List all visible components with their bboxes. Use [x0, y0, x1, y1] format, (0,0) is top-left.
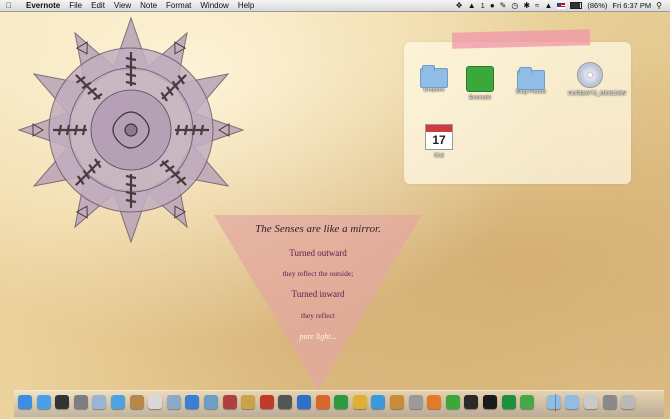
desktop-icon-label: Evernote	[468, 95, 491, 101]
lamp-icon[interactable]	[352, 395, 367, 409]
powerpoint-icon[interactable]	[315, 395, 330, 409]
poem-line: Turned inward	[291, 289, 345, 299]
downloads-folder-icon[interactable]	[546, 395, 561, 409]
trash-icon[interactable]	[621, 395, 636, 409]
adobe-updater-icon[interactable]: ▲	[468, 1, 476, 10]
menu-view[interactable]: View	[114, 1, 131, 10]
status-area: ❖ ▲ 1 ● ✎ ◷ ✱ ≈ ▲ (86%) Fri 6:37 PM ⚲	[451, 1, 670, 10]
chat-status-icon[interactable]: ✎	[500, 1, 507, 10]
menu-file[interactable]: File	[69, 1, 82, 10]
camera-icon[interactable]	[464, 395, 479, 409]
poem-line: they reflect	[301, 311, 335, 320]
input-source-flag-icon[interactable]	[557, 2, 566, 9]
ical-icon[interactable]	[148, 395, 163, 409]
menu-clock[interactable]: Fri 6:37 PM	[612, 1, 651, 10]
poem-title: The Senses are like a mirror.	[255, 223, 381, 235]
apple-icon[interactable]: 	[6, 1, 16, 10]
stack-icon[interactable]	[584, 395, 598, 409]
star-icon[interactable]	[241, 395, 256, 409]
mouse-icon[interactable]	[408, 395, 423, 409]
menu-format[interactable]: Format	[166, 1, 191, 10]
documents-folder-icon[interactable]	[565, 395, 580, 409]
folder-icon	[420, 65, 448, 88]
desktop-icon-ical[interactable]: 17 iCal	[417, 124, 461, 160]
mandala-artwork	[17, 16, 245, 244]
desktop-icon-disc[interactable]: HURDAYTJ_MOSCOW	[568, 62, 626, 98]
adobe-count: 1	[480, 1, 485, 10]
volume-icon[interactable]: ▲	[544, 1, 552, 10]
menu-window[interactable]: Window	[200, 1, 228, 10]
photo-booth-icon[interactable]	[222, 395, 237, 409]
menu-edit[interactable]: Edit	[91, 1, 105, 10]
firefox-icon[interactable]	[427, 395, 442, 409]
folder-icon	[517, 67, 545, 90]
desktop-icon-label: iCal	[434, 153, 444, 159]
poem-line: pure light...	[299, 332, 337, 341]
evernote-status-icon[interactable]: ●	[490, 1, 495, 10]
desktop-icon-evernote[interactable]: Evernote	[458, 66, 502, 102]
batman-icon[interactable]	[483, 395, 497, 409]
messenger-icon[interactable]	[371, 395, 386, 409]
poem-triangle	[214, 215, 422, 390]
desktop-icon-label: Dropbox	[423, 87, 445, 93]
mail-icon[interactable]	[92, 395, 107, 409]
finder-icon[interactable]	[18, 395, 32, 409]
desktop-icon-blog-photos[interactable]: Blog Photos	[509, 66, 553, 96]
apps-icon[interactable]	[278, 395, 293, 409]
calendar-icon: 17	[425, 124, 453, 150]
address-book-icon[interactable]	[129, 395, 144, 409]
evernote-icon	[466, 66, 494, 92]
poem-line: Turned outward	[289, 248, 347, 258]
battery-percent[interactable]: (86%)	[587, 1, 607, 10]
iphoto-icon[interactable]	[204, 395, 218, 409]
desktop-icon-label: Blog Photos	[516, 89, 546, 95]
menu-app-name[interactable]: Evernote	[26, 1, 60, 10]
menu-note[interactable]: Note	[140, 1, 157, 10]
battery-icon[interactable]	[570, 2, 583, 9]
desktop-icon-dropbox[interactable]: Dropbox	[412, 64, 456, 94]
ichat-icon[interactable]	[111, 395, 125, 409]
time-machine-icon[interactable]: ◷	[511, 1, 518, 10]
preview-icon[interactable]	[166, 395, 181, 409]
excel-icon[interactable]	[334, 395, 349, 409]
desktop-icon-label: HURDAYTJ_MOSCOW	[568, 91, 626, 97]
dock-separator	[555, 394, 556, 412]
evernote-2-icon[interactable]	[520, 395, 535, 409]
safari-icon[interactable]	[36, 395, 51, 409]
menu-bar:  Evernote File Edit View Note Format Wi…	[0, 0, 670, 12]
poem-line: they reflect the outside;	[282, 269, 354, 278]
dropbox-status-icon[interactable]: ❖	[456, 1, 463, 10]
menu-help[interactable]: Help	[238, 1, 254, 10]
pitcher-icon[interactable]	[390, 395, 404, 409]
dock-folder-icon[interactable]	[602, 395, 617, 409]
bluetooth-icon[interactable]: ✱	[523, 1, 530, 10]
disc-icon	[577, 62, 603, 88]
book-icon[interactable]	[259, 395, 274, 409]
itunes-icon[interactable]	[185, 395, 200, 409]
word-icon[interactable]	[297, 395, 311, 409]
spotlight-search-icon[interactable]: ⚲	[656, 1, 662, 10]
dashboard-icon[interactable]	[55, 395, 70, 409]
evernote-icon[interactable]	[445, 395, 460, 409]
spotify-icon[interactable]	[501, 395, 516, 409]
wifi-icon[interactable]: ≈	[535, 1, 539, 10]
calendar-date: 17	[432, 133, 446, 147]
system-preferences-icon[interactable]	[73, 395, 88, 409]
